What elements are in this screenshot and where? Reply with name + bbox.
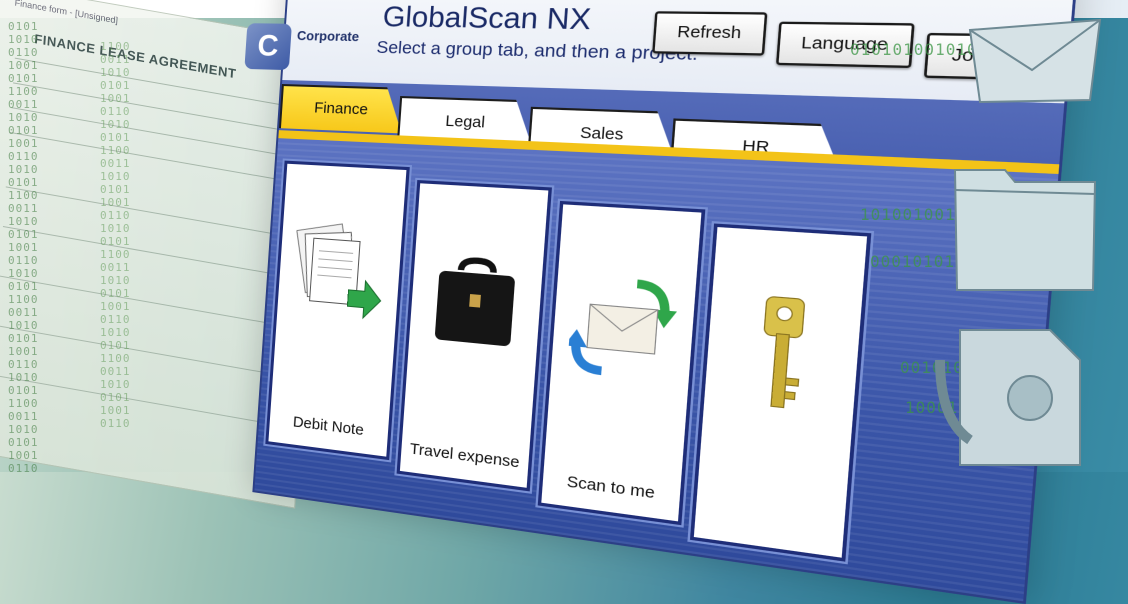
corporate-label: Corporate <box>296 27 360 45</box>
folder-icon <box>953 169 1097 291</box>
briefcase-icon <box>434 236 516 347</box>
binary-stream-left: 0101 1010 0110 1001 0101 1100 0011 1010 … <box>8 20 39 475</box>
project-debit-note[interactable]: Debit Note <box>263 158 413 463</box>
refresh-button[interactable]: Refresh <box>652 11 768 56</box>
project-key[interactable] <box>687 221 875 565</box>
document-title: FINANCE LEASE AGREEMENT <box>33 31 237 82</box>
project-label <box>695 521 843 541</box>
app-logo: C <box>244 23 292 71</box>
app-screen: C Corporate GlobalScan NX Select a group… <box>244 0 1079 604</box>
documents-arrow-icon <box>289 215 388 344</box>
envelope-arrows-icon <box>565 259 681 400</box>
project-label: Scan to me <box>566 472 656 503</box>
binary-stream-mid: 1100 0011 1010 0101 1001 0110 1010 0101 … <box>100 40 131 430</box>
project-label: Debit Note <box>292 413 365 440</box>
instruction-text: Select a group tab, and then a project. <box>375 37 699 65</box>
project-travel-expense[interactable]: Travel expense <box>394 177 555 494</box>
envelope-icon <box>968 18 1102 104</box>
project-scan-to-me[interactable]: Scan to me <box>535 198 709 528</box>
key-icon <box>720 284 844 431</box>
app-title: GlobalScan NX <box>381 0 593 36</box>
document-scan-icon <box>935 329 1081 466</box>
project-label: Travel expense <box>409 440 521 472</box>
tab-finance[interactable]: Finance <box>279 84 405 133</box>
